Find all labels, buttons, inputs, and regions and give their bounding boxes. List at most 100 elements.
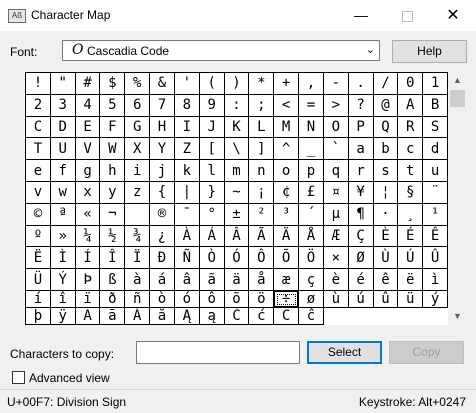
character-cell[interactable]: R bbox=[398, 116, 424, 139]
character-cell[interactable]: 1 bbox=[423, 73, 448, 95]
select-button[interactable]: Select bbox=[307, 341, 382, 364]
character-cell[interactable]: Ā bbox=[75, 307, 101, 325]
character-cell[interactable]: } bbox=[199, 181, 225, 204]
character-cell[interactable]: % bbox=[125, 73, 151, 95]
character-cell[interactable]: Ï bbox=[125, 247, 151, 270]
character-cell[interactable]: @ bbox=[373, 94, 399, 117]
character-cell[interactable]: u bbox=[423, 160, 448, 182]
character-cell[interactable]: _ bbox=[299, 138, 324, 161]
character-cell[interactable]: ý bbox=[423, 290, 448, 308]
character-cell[interactable]: ã bbox=[199, 269, 225, 291]
character-cell[interactable]: ? bbox=[348, 94, 374, 117]
character-cell[interactable]: ³ bbox=[274, 203, 300, 226]
character-cell[interactable]: ¥ bbox=[348, 181, 374, 204]
character-cell[interactable]: Õ bbox=[274, 247, 300, 270]
character-cell[interactable]: Q bbox=[373, 116, 399, 139]
scroll-up-arrow-icon[interactable]: ▲ bbox=[449, 72, 466, 89]
character-cell[interactable]: g bbox=[75, 160, 101, 182]
character-cell[interactable]: o bbox=[274, 160, 300, 182]
character-cell[interactable]: \ bbox=[224, 138, 250, 161]
character-cell[interactable]: | bbox=[174, 181, 200, 204]
character-cell[interactable]: q bbox=[323, 160, 349, 182]
character-cell[interactable]: á bbox=[150, 269, 175, 291]
character-cell[interactable]: b bbox=[373, 138, 399, 161]
character-cell[interactable]: E bbox=[75, 116, 101, 139]
character-cell[interactable]: O bbox=[323, 116, 349, 139]
character-cell[interactable]: ¹ bbox=[423, 203, 448, 226]
character-cell[interactable]: 6 bbox=[125, 94, 151, 117]
character-cell[interactable]: * bbox=[249, 73, 275, 95]
character-cell[interactable]: Ð bbox=[150, 247, 175, 270]
character-cell[interactable]: 4 bbox=[75, 94, 101, 117]
character-cell[interactable]: µ bbox=[323, 203, 349, 226]
character-cell[interactable]: ~ bbox=[224, 181, 250, 204]
character-cell[interactable]: ß bbox=[100, 269, 126, 291]
character-cell[interactable]: ¯ bbox=[174, 203, 200, 226]
character-cell[interactable]: Ă bbox=[125, 307, 151, 325]
character-cell[interactable]: ´ bbox=[299, 203, 324, 226]
character-cell[interactable]: ä bbox=[224, 269, 250, 291]
character-cell[interactable]: t bbox=[398, 160, 424, 182]
character-cell[interactable]: ; bbox=[249, 94, 275, 117]
character-cell[interactable]: c bbox=[398, 138, 424, 161]
character-cell[interactable]: f bbox=[50, 160, 76, 182]
character-cell[interactable]: É bbox=[398, 225, 424, 248]
character-cell[interactable]: ø bbox=[299, 290, 324, 308]
character-cell[interactable]: J bbox=[199, 116, 225, 139]
character-cell[interactable]: ú bbox=[348, 290, 374, 308]
character-cell[interactable]: ) bbox=[224, 73, 250, 95]
font-select[interactable]: O Cascadia Code ⌄ bbox=[62, 40, 380, 61]
character-cell[interactable]: l bbox=[199, 160, 225, 182]
character-cell[interactable]: n bbox=[249, 160, 275, 182]
character-cell[interactable]: w bbox=[50, 181, 76, 204]
character-cell[interactable]: N bbox=[299, 116, 324, 139]
character-cell[interactable]: D bbox=[50, 116, 76, 139]
character-cell[interactable]: 0 bbox=[398, 73, 424, 95]
character-cell[interactable]: × bbox=[323, 247, 349, 270]
character-cell[interactable]: & bbox=[150, 73, 175, 95]
character-cell[interactable]: Ô bbox=[249, 247, 275, 270]
character-cell[interactable]: â bbox=[174, 269, 200, 291]
character-cell[interactable]: õ bbox=[224, 290, 250, 308]
character-cell[interactable]: Î bbox=[100, 247, 126, 270]
character-map-app-icon[interactable]: Aß bbox=[8, 9, 26, 23]
character-cell[interactable]: å bbox=[249, 269, 275, 291]
character-cell[interactable]: Â bbox=[224, 225, 250, 248]
character-cell[interactable]: Ä bbox=[274, 225, 300, 248]
character-grid[interactable]: ! " # $% & '() * +, -./0 1 2 3 4 5 6 7 8 9:; < = >? @ A B C D E F G H… bbox=[25, 72, 448, 325]
character-cell[interactable]: 3 bbox=[50, 94, 76, 117]
character-cell[interactable]: Ą bbox=[174, 307, 200, 325]
character-cell[interactable]: p bbox=[299, 160, 324, 182]
character-cell[interactable]: T bbox=[26, 138, 51, 161]
character-cell[interactable]: x bbox=[75, 181, 101, 204]
character-cell[interactable]: L bbox=[249, 116, 275, 139]
character-cell[interactable]: æ bbox=[274, 269, 300, 291]
character-cell[interactable]: Ã bbox=[249, 225, 275, 248]
character-cell[interactable]: A bbox=[398, 94, 424, 117]
character-cell[interactable]: È bbox=[373, 225, 399, 248]
character-cell[interactable]: ï bbox=[75, 290, 101, 308]
character-cell[interactable]: M bbox=[274, 116, 300, 139]
character-cell[interactable]: ó bbox=[174, 290, 200, 308]
character-cell[interactable]: i bbox=[125, 160, 151, 182]
character-cell[interactable]: = bbox=[299, 94, 324, 117]
character-cell[interactable]: ĉ bbox=[299, 307, 324, 325]
character-cell[interactable]: Y bbox=[150, 138, 175, 161]
character-cell[interactable]: [ bbox=[199, 138, 225, 161]
character-cell[interactable]: ­ bbox=[125, 203, 151, 226]
character-cell[interactable]: d bbox=[423, 138, 448, 161]
character-cell[interactable]: K bbox=[224, 116, 250, 139]
character-cell[interactable]: ñ bbox=[125, 290, 151, 308]
character-cell[interactable]: " bbox=[50, 73, 76, 95]
character-cell[interactable]: ë bbox=[398, 269, 424, 291]
character-cell[interactable]: h bbox=[100, 160, 126, 182]
character-cell[interactable]: Ú bbox=[398, 247, 424, 270]
character-cell[interactable]: ü bbox=[398, 290, 424, 308]
character-cell[interactable]: X bbox=[125, 138, 151, 161]
character-cell[interactable]: I bbox=[174, 116, 200, 139]
character-cell[interactable]: W bbox=[100, 138, 126, 161]
character-cell[interactable]: Ý bbox=[50, 269, 76, 291]
character-cell[interactable]: Å bbox=[299, 225, 324, 248]
character-cell[interactable]: ¨ bbox=[423, 181, 448, 204]
character-cell[interactable]: ¼ bbox=[75, 225, 101, 248]
